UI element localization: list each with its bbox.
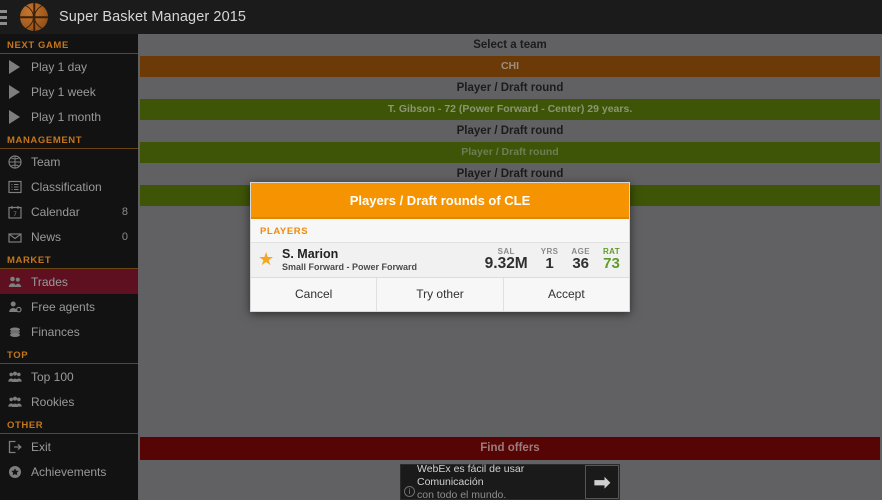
find-offers-button[interactable]: Find offers	[140, 437, 880, 460]
sidebar-section-management: MANAGEMENT	[0, 129, 138, 149]
ad-text-line2: con todo el mundo.	[417, 488, 507, 500]
row-header-player-draft-2: Player / Draft round	[138, 120, 882, 142]
stat-salary: SAL 9.32M	[485, 247, 528, 272]
dialog-title: Players / Draft rounds of CLE	[251, 183, 629, 219]
sidebar-item-classification[interactable]: Classification	[0, 174, 138, 199]
exit-icon	[7, 439, 22, 454]
sidebar-section-top: TOP	[0, 344, 138, 364]
try-other-button[interactable]: Try other	[377, 278, 504, 311]
sidebar-item-label: Play 1 month	[31, 109, 102, 124]
group-icon	[7, 394, 22, 409]
players-draft-dialog: Players / Draft rounds of CLE PLAYERS ★ …	[250, 182, 630, 312]
sidebar-item-free-agents[interactable]: Free agents	[0, 294, 138, 319]
dialog-section-players: PLAYERS	[251, 219, 629, 242]
sidebar-item-play-1-day[interactable]: Play 1 day	[0, 54, 138, 79]
stat-age-value: 36	[572, 255, 589, 272]
stat-age: AGE 36	[571, 247, 590, 272]
basketball-icon	[7, 154, 22, 169]
sidebar-item-play-1-month[interactable]: Play 1 month	[0, 104, 138, 129]
app-title: Super Basket Manager 2015	[59, 9, 247, 25]
sidebar-item-count: 0	[121, 230, 128, 243]
sidebar-item-top-100[interactable]: Top 100	[0, 364, 138, 389]
list-icon	[7, 179, 22, 194]
accept-button[interactable]: Accept	[504, 278, 629, 311]
sidebar-item-label: Play 1 week	[31, 84, 96, 99]
sidebar-item-label: Rookies	[31, 394, 75, 409]
play-icon	[7, 109, 22, 124]
sidebar-item-label: Achievements	[31, 464, 107, 479]
stat-years: YRS 1	[541, 247, 559, 272]
svg-text:7: 7	[13, 211, 17, 218]
stat-salary-value: 9.32M	[484, 255, 528, 272]
app-root: Super Basket Manager 2015 NEXT GAME Play…	[0, 0, 882, 500]
sidebar-item-count: 8	[121, 205, 128, 218]
basketball-logo-icon	[20, 3, 48, 31]
sidebar-item-label: Calendar	[31, 204, 80, 219]
sidebar-item-rookies[interactable]: Rookies	[0, 389, 138, 414]
sidebar-item-label: Top 100	[31, 369, 74, 384]
row-header-select-team: Select a team	[138, 34, 882, 56]
coins-icon	[7, 324, 22, 339]
sidebar-section-next-game: NEXT GAME	[0, 34, 138, 54]
calendar-icon: 7	[7, 204, 22, 219]
player-name: S. Marion	[282, 246, 339, 261]
app-bar: Super Basket Manager 2015	[0, 0, 882, 34]
play-icon	[7, 84, 22, 99]
dialog-actions: Cancel Try other Accept	[251, 278, 629, 311]
team-selector-row[interactable]: CHI	[140, 56, 880, 77]
sidebar-item-label: Team	[31, 154, 61, 169]
sidebar-item-trades[interactable]: Trades	[0, 269, 138, 294]
ad-text-line1: WebEx es fácil de usar Comunicación	[417, 462, 525, 488]
row-header-player-draft-1: Player / Draft round	[138, 77, 882, 99]
sidebar-item-label: Trades	[31, 274, 68, 289]
sidebar-item-team[interactable]: Team	[0, 149, 138, 174]
sidebar-item-exit[interactable]: Exit	[0, 434, 138, 459]
player-draft-row-1[interactable]: T. Gibson - 72 (Power Forward - Center) …	[140, 99, 880, 120]
person-plus-icon	[7, 299, 22, 314]
group-icon	[7, 369, 22, 384]
sidebar-item-news[interactable]: News 0	[0, 224, 138, 249]
sidebar-section-market: MARKET	[0, 249, 138, 269]
sidebar-item-label: Classification	[31, 179, 102, 194]
player-list-item[interactable]: ★ S. Marion Small Forward - Power Forwar…	[251, 242, 629, 278]
star-icon: ★	[258, 249, 275, 269]
arrow-right-icon[interactable]: ➡	[585, 465, 619, 499]
player-position: Small Forward - Power Forward	[282, 261, 418, 272]
ad-text: WebEx es fácil de usar Comunicación con …	[401, 463, 571, 500]
sidebar-item-achievements[interactable]: Achievements	[0, 459, 138, 484]
sidebar-item-play-1-week[interactable]: Play 1 week	[0, 79, 138, 104]
player-draft-row-2[interactable]: Player / Draft round	[140, 142, 880, 163]
cancel-button[interactable]: Cancel	[251, 278, 378, 311]
sidebar[interactable]: NEXT GAME Play 1 day Play 1 week Play 1 …	[0, 34, 138, 500]
sidebar-item-label: Free agents	[31, 299, 96, 314]
sidebar-item-label: News	[31, 229, 62, 244]
info-icon[interactable]: i	[404, 486, 415, 497]
hamburger-icon[interactable]	[0, 9, 12, 25]
sidebar-item-label: Exit	[31, 439, 52, 454]
stat-rating: RAT 73	[603, 247, 620, 272]
sidebar-item-label: Play 1 day	[31, 59, 88, 74]
ad-banner[interactable]: i WebEx es fácil de usar Comunicación co…	[400, 463, 620, 500]
stat-rating-value: 73	[603, 255, 620, 272]
stat-years-value: 1	[545, 255, 554, 272]
sidebar-section-other: OTHER	[0, 414, 138, 434]
envelope-icon	[7, 229, 22, 244]
player-identity: S. Marion Small Forward - Power Forward	[282, 247, 472, 273]
sidebar-item-calendar[interactable]: 7 Calendar 8	[0, 199, 138, 224]
play-icon	[7, 59, 22, 74]
sidebar-item-finances[interactable]: Finances	[0, 319, 138, 344]
two-people-icon	[7, 274, 22, 289]
sidebar-item-label: Finances	[31, 324, 80, 339]
star-badge-icon	[7, 464, 22, 479]
